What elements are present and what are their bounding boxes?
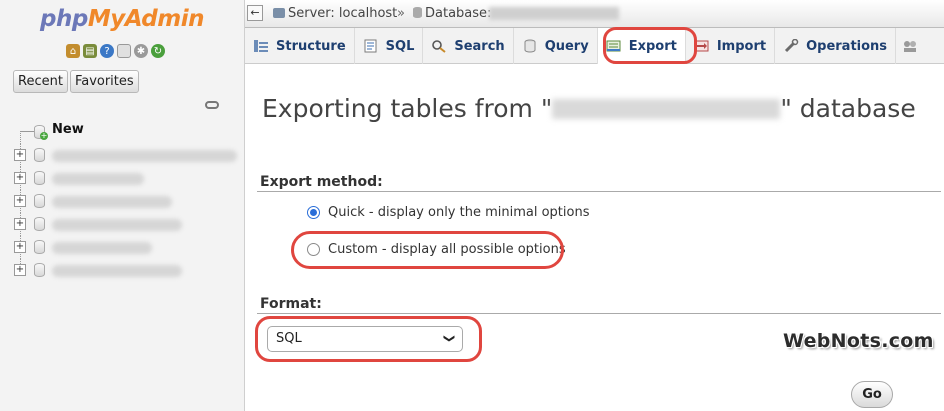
docs-icon[interactable] [117, 44, 131, 58]
tab-search-label: Search [454, 38, 505, 54]
format-divider [257, 313, 941, 314]
reload-icon[interactable]: ↻ [151, 44, 165, 58]
database-icon [34, 148, 45, 162]
tab-search[interactable]: Search [423, 28, 514, 64]
tree-item-new[interactable]: + New [10, 121, 245, 144]
expand-icon[interactable]: + [14, 195, 26, 207]
breadcrumb-database[interactable]: Database: [413, 6, 491, 21]
redacted-database-name [52, 150, 237, 162]
tab-structure-label: Structure [276, 38, 346, 54]
tab-sql[interactable]: SQL [355, 28, 424, 64]
page-title: Exporting tables from " " database [262, 94, 916, 123]
tab-import-label: Import [716, 38, 767, 54]
redacted-database-name [52, 242, 152, 254]
quick-icons: ⌂ ▤ ? ✱ ↻ [66, 44, 165, 58]
recent-button[interactable]: Recent [13, 70, 68, 93]
format-select-highlight [255, 316, 482, 362]
breadcrumb-server-label: Server: localhost [288, 6, 398, 21]
breadcrumb-bar: ← Server: localhost » Database: [245, 0, 944, 28]
export-method-heading: Export method: [260, 174, 383, 190]
tab-sql-label: SQL [385, 38, 415, 54]
redacted-database-name [552, 99, 781, 119]
expand-icon[interactable]: + [14, 149, 26, 161]
navigation-sidebar: phpMyAdmin ⌂ ▤ ? ✱ ↻ Recent Favorites + … [0, 0, 245, 411]
breadcrumb-separator: » [397, 6, 405, 21]
expand-icon[interactable]: + [14, 172, 26, 184]
redacted-database-name [489, 7, 619, 20]
redacted-database-name [52, 196, 172, 208]
go-button[interactable]: Go [851, 381, 893, 408]
redacted-database-name [52, 219, 182, 231]
quick-option-label: Quick - display only the minimal options [328, 205, 590, 220]
database-icon [34, 240, 45, 254]
tab-query[interactable]: Query [514, 28, 598, 64]
new-plus-icon: + [40, 131, 48, 140]
link-with-main-panel-icon[interactable] [205, 101, 219, 109]
help-icon[interactable]: ? [100, 44, 114, 58]
database-icon [34, 194, 45, 208]
tab-more[interactable] [896, 28, 924, 64]
redacted-database-name [52, 265, 182, 277]
database-icon [34, 217, 45, 231]
tab-bar: Structure SQL Search Query Export Import… [245, 28, 944, 64]
tree-item[interactable]: + [10, 213, 245, 236]
custom-option-highlight [291, 231, 564, 269]
sql-icon [364, 39, 377, 53]
database-icon[interactable]: ▤ [83, 44, 97, 58]
database-icon [34, 171, 45, 185]
tab-query-label: Query [544, 38, 589, 54]
favorites-button[interactable]: Favorites [69, 70, 139, 93]
main-panel: Exporting tables from " " database Export… [245, 64, 944, 411]
tree-item[interactable]: + [10, 167, 245, 190]
tab-structure[interactable]: Structure [245, 28, 355, 64]
tab-operations-label: Operations [806, 38, 888, 54]
operations-icon [785, 39, 799, 53]
expand-icon[interactable]: + [14, 218, 26, 230]
logo-php: php [40, 6, 88, 32]
search-icon [432, 40, 446, 53]
logo-myadmin: MyAdmin [87, 6, 205, 32]
quick-radio[interactable] [307, 206, 320, 219]
query-icon [524, 39, 536, 53]
collapse-sidebar-button[interactable]: ← [247, 5, 263, 21]
tree-item[interactable]: + [10, 259, 245, 282]
database-icon [34, 263, 45, 277]
redacted-database-name [52, 173, 144, 185]
export-method-divider [257, 191, 941, 192]
tree-item[interactable]: + [10, 144, 245, 167]
breadcrumb-server[interactable]: Server: localhost [273, 6, 397, 21]
tab-operations[interactable]: Operations [775, 28, 897, 64]
breadcrumb-database-label: Database: [425, 6, 492, 21]
expand-icon[interactable]: + [14, 241, 26, 253]
gear-icon[interactable]: ✱ [134, 44, 148, 58]
quick-export-option[interactable]: Quick - display only the minimal options [307, 205, 590, 220]
tab-import[interactable]: Import [686, 28, 776, 64]
tree-item[interactable]: + [10, 236, 245, 259]
tree-item[interactable]: + [10, 190, 245, 213]
tree-new-label: New [52, 122, 84, 137]
page-title-prefix: Exporting tables from " [262, 94, 553, 123]
structure-icon [254, 40, 268, 52]
page-title-suffix: " database [780, 94, 916, 123]
webnots-watermark: WebNots.com [783, 330, 934, 352]
tree-line [20, 131, 34, 132]
recent-favorites-buttons: Recent Favorites [13, 70, 139, 93]
expand-icon[interactable]: + [14, 264, 26, 276]
export-tab-highlight [603, 27, 697, 64]
phpmyadmin-logo[interactable]: phpMyAdmin [40, 6, 204, 32]
database-tree: + New + + + + + + [10, 121, 245, 282]
tree-line [20, 131, 21, 144]
privileges-icon [904, 41, 917, 52]
server-icon [273, 8, 285, 18]
database-icon [413, 7, 422, 18]
home-icon[interactable]: ⌂ [66, 44, 80, 58]
format-heading: Format: [260, 296, 322, 312]
